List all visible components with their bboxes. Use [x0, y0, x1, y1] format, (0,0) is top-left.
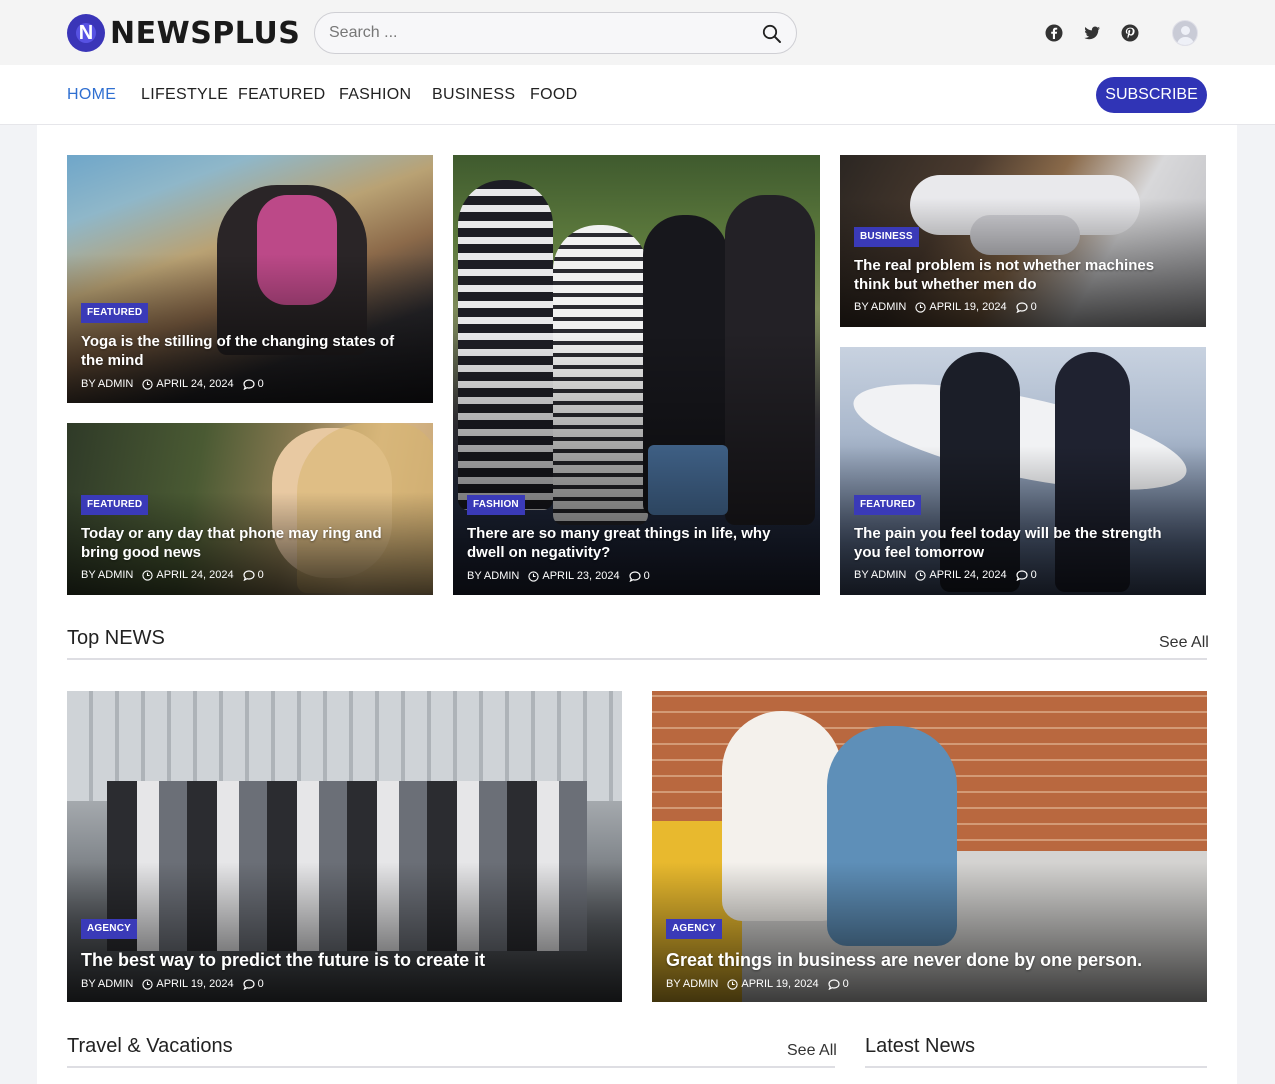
section-title-latest-news: Latest News: [865, 1035, 976, 1057]
nav-featured[interactable]: FEATURED: [238, 86, 325, 104]
site-logo[interactable]: N NEWSPLUS: [67, 14, 300, 52]
category-badge[interactable]: BUSINESS: [854, 227, 919, 247]
card-meta: BY ADMIN APRIL 19, 2024 0: [81, 978, 273, 990]
clock-icon: [528, 570, 540, 582]
nav-fashion[interactable]: FASHION: [339, 86, 411, 104]
card-title[interactable]: Great things in business are never done …: [666, 949, 1193, 971]
search-box: [314, 12, 797, 54]
card-meta: BY ADMIN APRIL 24, 2024 0: [854, 569, 1046, 581]
comment-icon: [1016, 301, 1028, 313]
post-date: APRIL 24, 2024: [156, 378, 234, 390]
logo-mark-icon: N: [67, 14, 105, 52]
comment-icon: [828, 978, 840, 990]
category-badge[interactable]: FEATURED: [81, 495, 149, 515]
logo-text: NEWSPLUS: [110, 15, 301, 51]
user-avatar[interactable]: [1172, 20, 1198, 46]
author[interactable]: BY ADMIN: [81, 378, 133, 390]
clock-icon: [915, 301, 927, 313]
search-icon[interactable]: [762, 24, 782, 44]
card-meta: BY ADMIN APRIL 19, 2024 0: [854, 301, 1046, 313]
top-bar: N NEWSPLUS: [0, 0, 1275, 65]
top-news-card-crowd[interactable]: AGENCY The best way to predict the futur…: [67, 691, 622, 1002]
category-badge[interactable]: FEATURED: [854, 495, 922, 515]
nav-business[interactable]: BUSINESS: [432, 86, 515, 104]
author[interactable]: BY ADMIN: [666, 978, 718, 990]
hero-card-drone[interactable]: BUSINESS The real problem is not whether…: [840, 155, 1206, 327]
comment-icon: [243, 378, 255, 390]
comment-count[interactable]: 0: [258, 569, 264, 581]
comment-count[interactable]: 0: [1031, 301, 1037, 313]
top-news-card-couple[interactable]: AGENCY Great things in business are neve…: [652, 691, 1207, 1002]
card-meta: BY ADMIN APRIL 24, 2024 0: [81, 569, 273, 581]
post-date: APRIL 19, 2024: [929, 301, 1007, 313]
card-title[interactable]: The pain you feel today will be the stre…: [854, 524, 1192, 562]
author[interactable]: BY ADMIN: [467, 570, 519, 582]
comment-count[interactable]: 0: [644, 570, 650, 582]
clock-icon: [915, 569, 927, 581]
category-badge[interactable]: AGENCY: [666, 919, 722, 939]
nav-home[interactable]: HOME: [67, 86, 116, 104]
clock-icon: [142, 378, 154, 390]
comment-count[interactable]: 0: [258, 378, 264, 390]
card-meta: BY ADMIN APRIL 24, 2024 0: [81, 378, 273, 390]
see-all-link[interactable]: See All: [787, 1042, 837, 1060]
search-input[interactable]: [329, 22, 749, 44]
clock-icon: [142, 978, 154, 990]
author[interactable]: BY ADMIN: [854, 301, 906, 313]
section-divider: [865, 1066, 1207, 1068]
comment-icon: [1016, 569, 1028, 581]
comment-count[interactable]: 0: [258, 978, 264, 990]
category-badge[interactable]: FASHION: [467, 495, 525, 515]
comment-icon: [629, 570, 641, 582]
clock-icon: [727, 978, 739, 990]
post-date: APRIL 19, 2024: [156, 978, 234, 990]
comment-icon: [243, 569, 255, 581]
section-title-top-news: Top NEWS: [67, 627, 165, 649]
see-all-link[interactable]: See All: [1159, 634, 1209, 652]
hero-card-yoga[interactable]: FEATURED Yoga is the stilling of the cha…: [67, 155, 433, 403]
category-badge[interactable]: FEATURED: [81, 303, 149, 323]
comment-count[interactable]: 0: [1031, 569, 1037, 581]
comment-count[interactable]: 0: [843, 978, 849, 990]
card-title[interactable]: There are so many great things in life, …: [467, 524, 806, 562]
facebook-icon[interactable]: [1045, 24, 1063, 42]
post-date: APRIL 24, 2024: [929, 569, 1007, 581]
author[interactable]: BY ADMIN: [81, 978, 133, 990]
post-date: APRIL 23, 2024: [542, 570, 620, 582]
clock-icon: [142, 569, 154, 581]
nav-food[interactable]: FOOD: [530, 86, 577, 104]
author[interactable]: BY ADMIN: [81, 569, 133, 581]
post-date: APRIL 19, 2024: [741, 978, 819, 990]
card-title[interactable]: Today or any day that phone may ring and…: [81, 524, 419, 562]
card-title[interactable]: The real problem is not whether machines…: [854, 256, 1192, 294]
comment-icon: [243, 978, 255, 990]
nav-lifestyle[interactable]: LIFESTYLE: [141, 86, 228, 104]
card-title[interactable]: The best way to predict the future is to…: [81, 949, 608, 971]
pinterest-icon[interactable]: [1121, 24, 1139, 42]
card-meta: BY ADMIN APRIL 19, 2024 0: [666, 978, 858, 990]
main-nav: HOME LIFESTYLE FEATURED FASHION BUSINESS…: [0, 65, 1275, 125]
author[interactable]: BY ADMIN: [854, 569, 906, 581]
section-divider: [67, 1066, 835, 1068]
hero-card-surfers[interactable]: FEATURED The pain you feel today will be…: [840, 347, 1206, 595]
section-title-travel: Travel & Vacations: [67, 1035, 233, 1057]
card-title[interactable]: Yoga is the stilling of the changing sta…: [81, 332, 419, 370]
post-date: APRIL 24, 2024: [156, 569, 234, 581]
hero-card-friends[interactable]: FASHION There are so many great things i…: [453, 155, 820, 595]
category-badge[interactable]: AGENCY: [81, 919, 137, 939]
subscribe-button[interactable]: SUBSCRIBE: [1096, 77, 1207, 113]
card-meta: BY ADMIN APRIL 23, 2024 0: [467, 570, 659, 582]
hero-card-phone[interactable]: FEATURED Today or any day that phone may…: [67, 423, 433, 595]
section-divider: [67, 658, 1207, 660]
twitter-icon[interactable]: [1083, 24, 1101, 42]
